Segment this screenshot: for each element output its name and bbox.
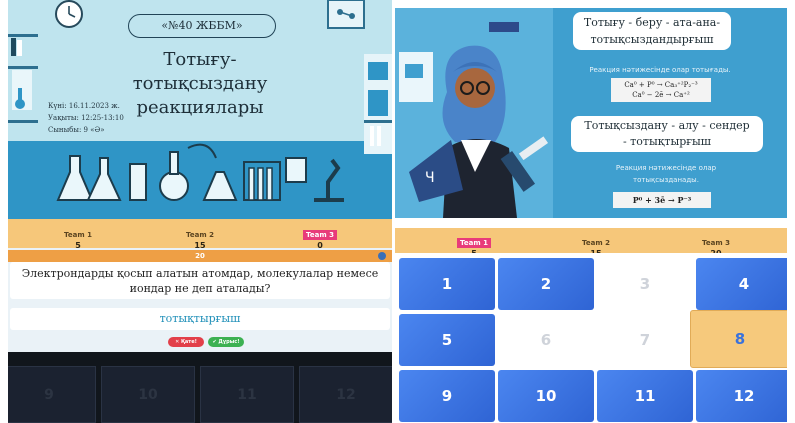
book-letter: Ч bbox=[425, 170, 435, 186]
scoreboard-bottom: Team 1 5 Team 2 15 Team 3 20 bbox=[395, 228, 787, 258]
lesson-title: Тотығу-тотықсыздану реакциялары bbox=[100, 48, 300, 120]
heading-reduction: Тотықсыздану - алу - сендер - тотықтырғы… bbox=[571, 116, 763, 152]
bookshelf-left-icon bbox=[8, 34, 38, 123]
board-tile[interactable]: 4 bbox=[696, 258, 787, 310]
molecule-frame-icon bbox=[327, 0, 365, 29]
board-tile-dimmed[interactable]: 12 bbox=[299, 366, 392, 423]
question-text-line2: иондар не деп аталады? bbox=[129, 282, 271, 295]
dimmed-board: 9 10 11 12 bbox=[8, 352, 392, 423]
team-name: Team 2 bbox=[186, 231, 214, 239]
note-reduction: Реакция нәтижесінде олар тотықсызданады. bbox=[591, 162, 741, 186]
team-name: Team 1 bbox=[64, 231, 92, 239]
note-reduction-line2: тотықсызданады. bbox=[633, 176, 699, 184]
team-name: Team 3 bbox=[303, 230, 337, 240]
wrong-button[interactable]: ✕ Қате! bbox=[168, 337, 204, 347]
note-oxidation: Реакция нәтижесінде олар тотығады. bbox=[589, 66, 731, 74]
board-tile-dimmed[interactable]: 10 bbox=[101, 366, 195, 423]
heading-oxidation-line2: тотықсыздандырғыш bbox=[590, 33, 714, 46]
reaction-slide: Ч Тотығу - беру - ата-ана- тотықсызданды… bbox=[395, 8, 787, 218]
team-card-active: Team 3 0 bbox=[292, 222, 348, 251]
bookshelf-right-icon bbox=[364, 54, 392, 154]
note-reduction-line1: Реакция нәтижесінде олар bbox=[615, 164, 717, 172]
board-tile-used: 3 bbox=[597, 258, 693, 310]
team-name: Team 2 bbox=[582, 239, 610, 247]
correct-button[interactable]: ✔ Дұрыс! bbox=[208, 337, 244, 347]
board-tile[interactable]: 5 bbox=[399, 314, 495, 366]
lesson-meta: Күні: 16.11.2023 ж. Уақыты: 12:25-13:10 … bbox=[48, 100, 124, 136]
question-modal: 20 Электрондарды қосып алатын атомдар, м… bbox=[8, 248, 392, 352]
scientist-girl-illustration: Ч bbox=[399, 22, 549, 218]
board-tile[interactable]: 2 bbox=[498, 258, 594, 310]
team-card: Team 2 15 bbox=[172, 222, 228, 251]
team-name: Team 3 bbox=[702, 239, 730, 247]
formula-reduction: P⁰ + 3ē → P⁻³ bbox=[613, 192, 711, 208]
formula-oxidation-line1: Ca⁰ + P⁰ → Ca₃⁺²P₂⁻³ bbox=[624, 81, 698, 89]
formula-oxidation-line2: Ca⁰ − 2ē → Ca⁺² bbox=[632, 91, 690, 99]
heading-oxidation-line1: Тотығу - беру - ата-ана- bbox=[583, 16, 721, 29]
board-tile[interactable]: 12 bbox=[696, 370, 787, 422]
lesson-title-line1: Тотығу-тотықсыздану bbox=[132, 49, 268, 94]
board-tile[interactable]: 11 bbox=[597, 370, 693, 422]
question-text-line1: Электрондарды қосып алатын атомдар, моле… bbox=[21, 267, 379, 280]
team-name: Team 1 bbox=[457, 238, 491, 248]
board-tile-used: 6 bbox=[498, 314, 594, 366]
heading-reduction-line1: Тотықсыздану - алу - сендер bbox=[584, 119, 750, 132]
board-tile[interactable]: 10 bbox=[498, 370, 594, 422]
lesson-title-line2: реакциялары bbox=[136, 97, 264, 118]
scoreboard-top: Team 1 5 Team 2 15 Team 3 0 bbox=[8, 219, 392, 251]
lesson-grade: Сыныбы: 9 «Ә» bbox=[48, 126, 105, 134]
school-badge: «№40 ЖББМ» bbox=[128, 14, 276, 38]
clock-icon bbox=[55, 0, 83, 28]
board-tile-dimmed[interactable]: 11 bbox=[200, 366, 294, 423]
question-text: Электрондарды қосып алатын атомдар, моле… bbox=[10, 262, 390, 299]
board-tile[interactable]: 9 bbox=[399, 370, 495, 422]
board-tile-used: 7 bbox=[597, 314, 693, 366]
board-tile[interactable]: 1 bbox=[399, 258, 495, 310]
lesson-date: Күні: 16.11.2023 ж. bbox=[48, 102, 120, 110]
lab-equipment-illustration bbox=[56, 143, 344, 202]
board-tile-dimmed[interactable]: 9 bbox=[8, 366, 96, 423]
close-icon[interactable] bbox=[378, 252, 386, 260]
formula-oxidation: Ca⁰ + P⁰ → Ca₃⁺²P₂⁻³ Ca⁰ − 2ē → Ca⁺² bbox=[611, 78, 711, 102]
heading-reduction-line2: - тотықтырғыш bbox=[622, 135, 712, 148]
title-slide: «№40 ЖББМ» Тотығу-тотықсыздану реакцияла… bbox=[8, 0, 392, 219]
team-card: Team 1 5 bbox=[50, 222, 106, 251]
question-points: 20 bbox=[195, 252, 205, 260]
board-tile-selected[interactable]: 8 bbox=[690, 310, 787, 368]
lesson-time: Уақыты: 12:25-13:10 bbox=[48, 114, 124, 122]
question-board: 1 2 3 4 5 6 7 8 9 10 11 12 bbox=[395, 253, 787, 423]
heading-oxidation: Тотығу - беру - ата-ана- тотықсыздандырғ… bbox=[573, 12, 731, 50]
question-points-bar: 20 bbox=[8, 250, 392, 262]
quiz-collage: «№40 ЖББМ» Тотығу-тотықсыздану реакцияла… bbox=[0, 0, 795, 423]
answer-box: тотықтырғыш bbox=[10, 308, 390, 330]
